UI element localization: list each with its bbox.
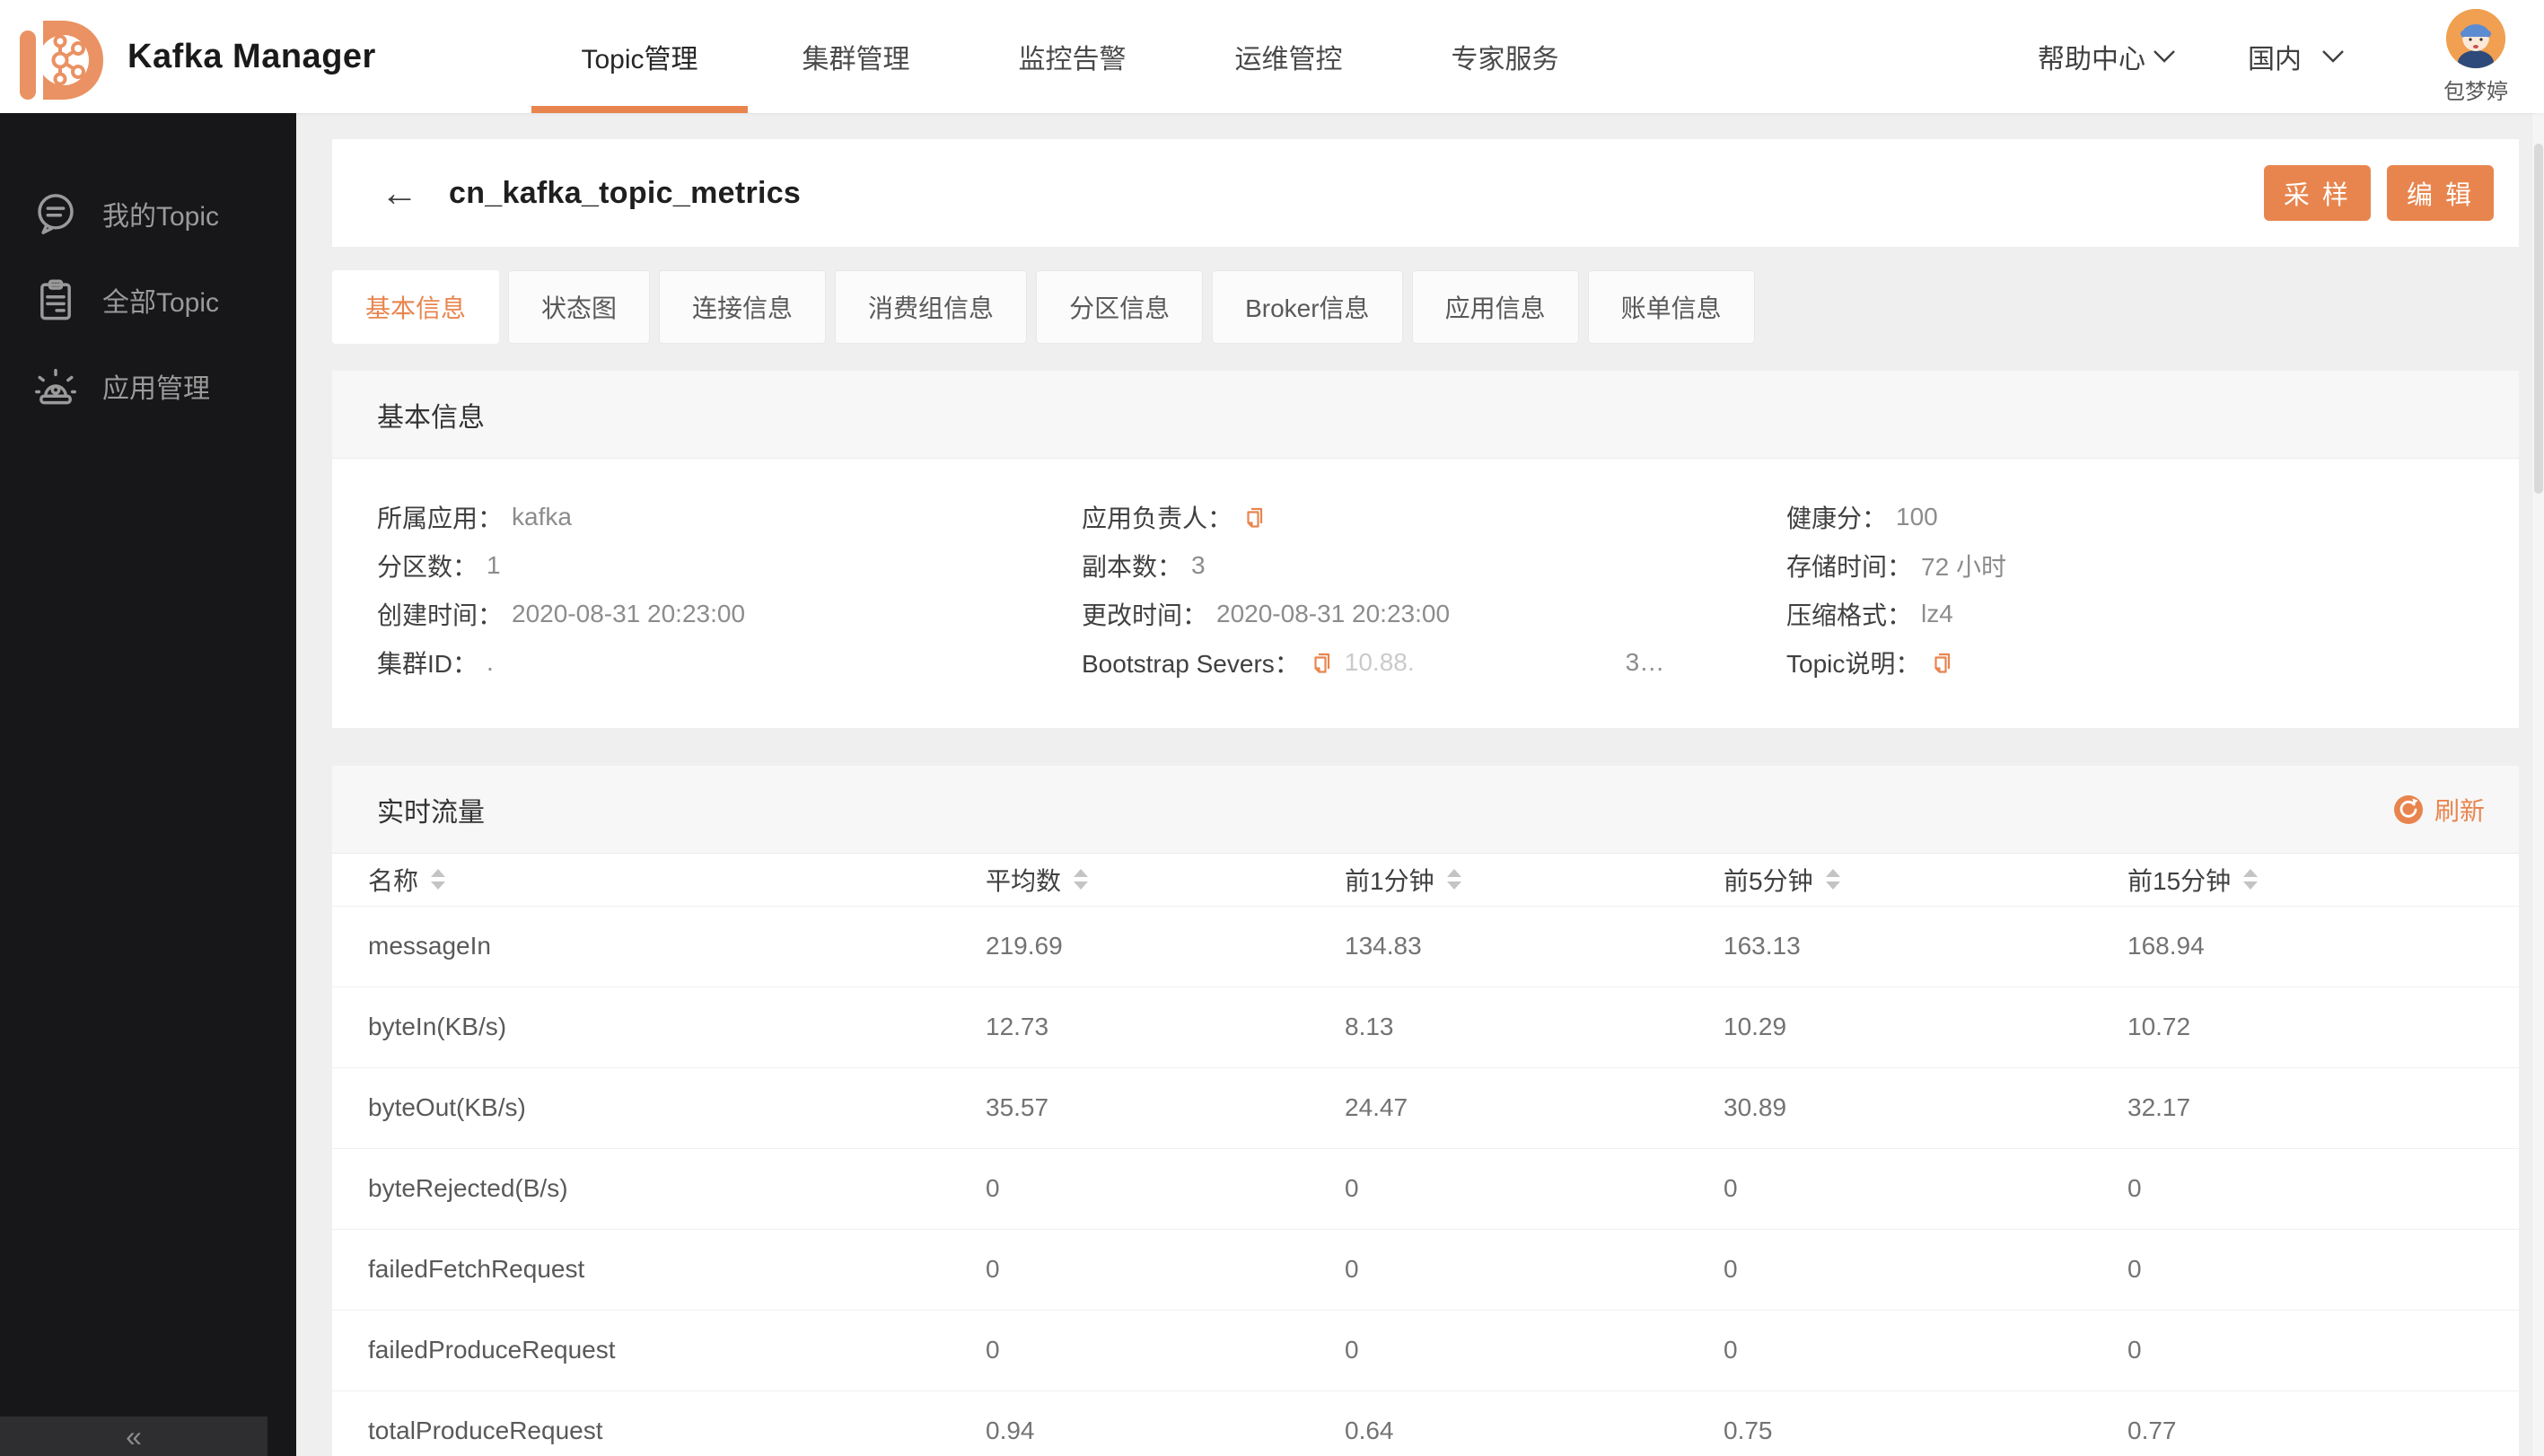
col-header-last-15min: 前15分钟 xyxy=(2127,866,2232,895)
field-create-time: 创建时间： 2020-08-31 20:23:00 xyxy=(377,600,746,629)
kafka-manager-logo-icon xyxy=(20,21,103,100)
copy-icon[interactable] xyxy=(1241,504,1268,531)
sidebar-item-all-topic[interactable]: 全部Topic xyxy=(0,257,296,343)
main-content: ← cn_kafka_topic_metrics 采 样 编 辑 基本信息 状态… xyxy=(296,113,2544,1456)
username: 包梦婷 xyxy=(2443,79,2508,104)
table-row: failedProduceRequest 0 0 0 0 xyxy=(332,1309,2519,1390)
tab-consumer-group-info[interactable]: 消费组信息 xyxy=(835,270,1028,344)
tab-app-info[interactable]: 应用信息 xyxy=(1411,270,1579,344)
col-header-average: 平均数 xyxy=(986,866,1062,895)
sort-control[interactable] xyxy=(431,869,446,890)
scrollbar[interactable] xyxy=(2531,0,2544,1456)
realtime-traffic-section-title: 实时流量 刷新 xyxy=(332,766,2519,854)
main-nav: Topic管理 集群管理 监控告警 运维管控 专家服务 xyxy=(531,0,1613,113)
realtime-traffic-card: 实时流量 刷新 名称 平均数 前1分钟 前5分钟 前15分钟 messageIn… xyxy=(332,766,2519,1456)
sample-button[interactable]: 采 样 xyxy=(2263,165,2371,221)
top-bar: Kafka Manager Topic管理 集群管理 监控告警 运维管控 专家服… xyxy=(0,0,2544,113)
copy-icon[interactable] xyxy=(1309,649,1336,676)
help-center-menu[interactable]: 帮助中心 xyxy=(2038,37,2176,76)
col-header-name: 名称 xyxy=(368,866,419,895)
table-row: messageIn 219.69 134.83 163.13 168.94 xyxy=(332,905,2519,987)
nav-ops-control[interactable]: 运维管控 xyxy=(1180,0,1397,113)
sort-control[interactable] xyxy=(2243,869,2259,890)
field-bootstrap-servers: Bootstrap Severs： 10.88. 3… xyxy=(1082,648,1665,678)
topic-detail-tabs: 基本信息 状态图 连接信息 消费组信息 分区信息 Broker信息 应用信息 账… xyxy=(332,270,2519,344)
col-header-last-1min: 前1分钟 xyxy=(1345,866,1434,895)
col-header-last-5min: 前5分钟 xyxy=(1724,866,1813,895)
alarm-icon xyxy=(35,368,76,405)
tab-basic-info[interactable]: 基本信息 xyxy=(332,270,500,344)
clipboard-icon xyxy=(40,279,71,320)
avatar-image xyxy=(2446,8,2505,68)
traffic-table: 名称 平均数 前1分钟 前5分钟 前15分钟 messageIn 219.69 … xyxy=(332,854,2519,1456)
field-compression-format: 压缩格式： lz4 xyxy=(1786,600,1953,629)
field-app-owner: 应用负责人： xyxy=(1082,493,1786,541)
refresh-button[interactable]: 刷新 xyxy=(2393,792,2485,828)
tab-connection-info[interactable]: 连接信息 xyxy=(659,270,827,344)
chevron-down-icon xyxy=(2322,50,2344,63)
sidebar-collapse-button[interactable]: « xyxy=(0,1417,268,1456)
region-select[interactable]: 国内 xyxy=(2248,37,2345,76)
table-row: byteOut(KB/s) 35.57 24.47 30.89 32.17 xyxy=(332,1066,2519,1148)
top-bar-right: 帮助中心 国内 包梦婷 xyxy=(2038,8,2544,105)
copy-icon[interactable] xyxy=(1929,649,1956,676)
bootstrap-servers-truncated: 3… xyxy=(1625,648,1665,676)
table-row: byteIn(KB/s) 12.73 8.13 10.29 10.72 xyxy=(332,986,2519,1067)
chat-bubble-icon xyxy=(38,194,74,234)
nav-monitor-alert[interactable]: 监控告警 xyxy=(964,0,1180,113)
field-topic-description: Topic说明： xyxy=(1786,638,2491,687)
field-retention-time: 存储时间： 72 小时 xyxy=(1786,553,2006,581)
user-box: 包梦婷 xyxy=(2443,8,2508,105)
sort-control[interactable] xyxy=(1446,869,1461,890)
sidebar-item-my-topic[interactable]: 我的Topic xyxy=(0,171,296,257)
refresh-icon xyxy=(2393,794,2423,824)
sort-control[interactable] xyxy=(1074,869,1089,890)
edit-button[interactable]: 编 辑 xyxy=(2386,165,2494,221)
page-header: ← cn_kafka_topic_metrics 采 样 编 辑 xyxy=(332,139,2519,247)
basic-info-section-title: 基本信息 xyxy=(332,371,2519,459)
nav-topic-management[interactable]: Topic管理 xyxy=(531,0,748,113)
nav-expert-service[interactable]: 专家服务 xyxy=(1397,0,1613,113)
table-row: totalProduceRequest 0.94 0.64 0.75 0.77 xyxy=(332,1390,2519,1456)
field-partition-count: 分区数： 1 xyxy=(377,551,501,581)
traffic-table-header-row: 名称 平均数 前1分钟 前5分钟 前15分钟 xyxy=(332,854,2519,906)
collapse-left-icon: « xyxy=(126,1420,142,1452)
table-row: failedFetchRequest 0 0 0 0 xyxy=(332,1228,2519,1310)
sidebar: 我的Topic 全部Topic 应用管理 « xyxy=(0,113,296,1456)
tab-status-chart[interactable]: 状态图 xyxy=(508,270,651,344)
tab-partition-info[interactable]: 分区信息 xyxy=(1036,270,1204,344)
field-cluster-id: 集群ID： . xyxy=(377,648,494,678)
scrollbar-thumb[interactable] xyxy=(2534,144,2543,494)
brand-name: Kafka Manager xyxy=(127,37,376,75)
kafka-manager-app: Kafka Manager Topic管理 集群管理 监控告警 运维管控 专家服… xyxy=(0,0,2544,1456)
table-row: byteRejected(B/s) 0 0 0 0 xyxy=(332,1147,2519,1229)
nav-cluster-management[interactable]: 集群管理 xyxy=(748,0,964,113)
basic-info-grid: 所属应用： kafka 分区数： 1 创建时间： 2020-08-31 20:2… xyxy=(332,459,2519,728)
sidebar-item-app-management[interactable]: 应用管理 xyxy=(0,343,296,429)
tab-billing-info[interactable]: 账单信息 xyxy=(1587,270,1755,344)
chevron-down-icon xyxy=(2154,50,2175,63)
brand[interactable]: Kafka Manager xyxy=(0,12,503,101)
field-health-score: 健康分： 100 xyxy=(1786,503,1938,532)
basic-info-card: 基本信息 所属应用： kafka 分区数： 1 创建时间： 2020-08-31… xyxy=(332,371,2519,728)
field-owner-app: 所属应用： kafka xyxy=(377,503,572,532)
field-replica-count: 副本数： 3 xyxy=(1082,551,1206,581)
back-arrow-icon[interactable]: ← xyxy=(381,174,418,212)
page-actions: 采 样 编 辑 xyxy=(2263,165,2494,221)
tab-broker-info[interactable]: Broker信息 xyxy=(1212,270,1403,344)
page-title: cn_kafka_topic_metrics xyxy=(449,175,802,210)
field-modify-time: 更改时间： 2020-08-31 20:23:00 xyxy=(1082,600,1451,629)
avatar[interactable] xyxy=(2446,8,2505,68)
sort-control[interactable] xyxy=(1825,869,1840,890)
